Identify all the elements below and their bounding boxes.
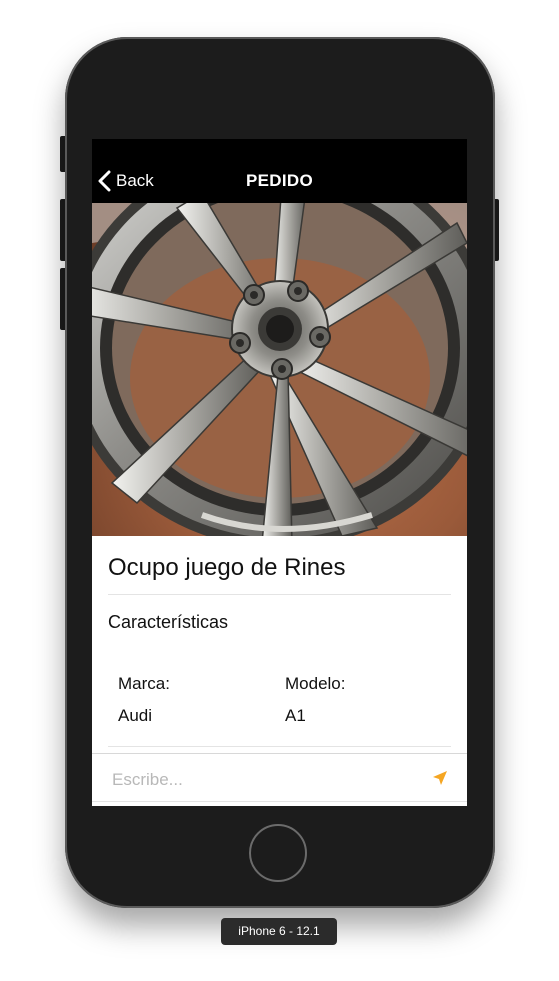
simulator-stage: Back PEDIDO Ocupo juego de Rines Caracte…: [0, 0, 559, 981]
device-label: iPhone 6 - 12.1: [221, 918, 337, 945]
order-title: Ocupo juego de Rines: [108, 554, 346, 581]
spec-label-model: Modelo:: [285, 674, 346, 693]
title-divider: [108, 594, 451, 595]
section-title: Características: [108, 612, 229, 632]
message-input[interactable]: [100, 757, 440, 803]
home-button[interactable]: [249, 824, 307, 882]
app-screen: Back PEDIDO Ocupo juego de Rines Caracte…: [92, 139, 467, 806]
order-details: Ocupo juego de Rines Características Mar…: [92, 536, 467, 753]
page-title: PEDIDO: [246, 171, 313, 190]
spec-label-brand: Marca:: [118, 674, 170, 693]
paper-plane-icon: [432, 770, 448, 791]
spec-value-brand: Audi: [118, 706, 153, 725]
specs-divider: [108, 746, 451, 747]
navigation-bar: Back PEDIDO: [92, 139, 467, 203]
message-bar: [92, 753, 467, 806]
rim-photo: [92, 203, 467, 536]
bottom-divider: [92, 801, 467, 802]
spec-value-model: A1: [285, 706, 306, 725]
send-button[interactable]: [426, 766, 454, 794]
